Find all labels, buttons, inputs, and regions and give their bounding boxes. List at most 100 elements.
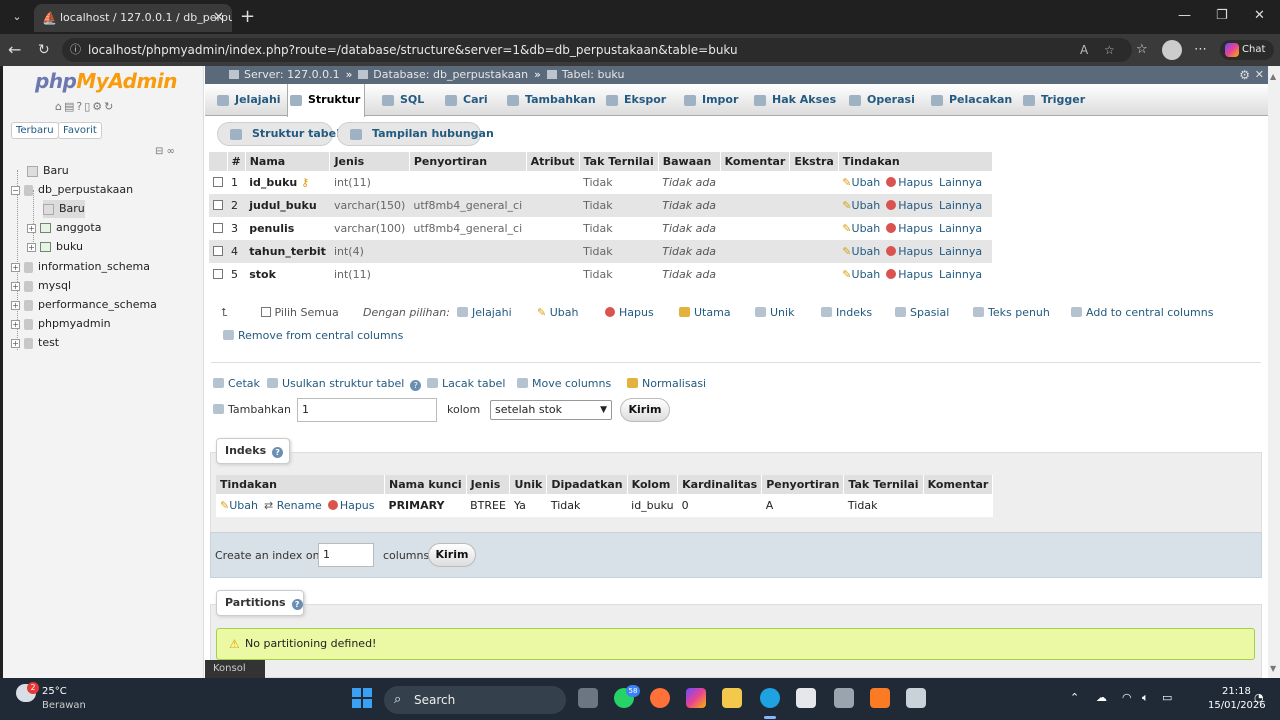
tree-item-information-schema[interactable]: + information_schema	[11, 258, 150, 276]
page-scrollbar[interactable]: ▲ ▼	[1268, 66, 1280, 678]
tab-search[interactable]: Cari	[443, 84, 488, 116]
tab-structure[interactable]: Struktur	[287, 84, 365, 117]
header-default[interactable]: Bawaan	[658, 152, 721, 171]
home-icon[interactable]: ⌂	[55, 100, 64, 113]
help-icon[interactable]: ?	[272, 447, 284, 458]
start-button[interactable]	[352, 688, 372, 708]
edge-icon[interactable]	[760, 688, 780, 708]
clock-time[interactable]: 21:18	[1222, 686, 1251, 697]
create-index-count-input[interactable]: 1	[318, 543, 374, 567]
firefox-icon[interactable]	[650, 688, 670, 708]
more-actions-link[interactable]: Lainnya	[939, 245, 982, 258]
tree-item-new-table[interactable]: Baru	[43, 200, 85, 218]
bulk-index-button[interactable]: Indeks	[821, 306, 872, 319]
bulk-spatial-button[interactable]: Spasial	[895, 306, 949, 319]
relation-view-subtab[interactable]: Tampilan hubungan	[337, 122, 494, 146]
expand-node-icon[interactable]: +	[11, 262, 20, 272]
edit-index-link[interactable]: ✎Ubah	[220, 499, 258, 512]
favorite-tables-button[interactable]: Favorit	[58, 122, 102, 139]
tab-sql[interactable]: SQL	[380, 84, 424, 116]
expand-node-icon[interactable]: +	[11, 338, 20, 348]
header-extra[interactable]: Ekstra	[789, 152, 839, 171]
row-checkbox[interactable]	[213, 177, 223, 187]
row-checkbox[interactable]	[213, 246, 223, 256]
drop-index-link[interactable]: Hapus	[327, 499, 375, 512]
tab-import[interactable]: Impor	[682, 84, 738, 116]
more-actions-link[interactable]: Lainnya	[939, 268, 982, 281]
rename-index-link[interactable]: ⇄ Rename	[264, 499, 322, 512]
close-window-icon[interactable]: ✕	[1254, 8, 1265, 23]
header-attributes[interactable]: Atribut	[526, 152, 580, 171]
page-settings-gear-icon[interactable]: ⚙	[1239, 66, 1250, 84]
header-comments[interactable]: Komentar	[720, 152, 791, 171]
copilot-icon[interactable]	[686, 688, 706, 708]
edit-column-link[interactable]: ✎Ubah	[842, 176, 880, 189]
header-name[interactable]: Nama	[245, 152, 331, 171]
tree-item-mysql[interactable]: + mysql	[11, 277, 71, 295]
create-index-submit-button[interactable]: Kirim	[428, 543, 476, 567]
close-tab-icon[interactable]: ✕	[213, 4, 224, 32]
recent-tables-button[interactable]: Terbaru	[11, 122, 59, 139]
drop-column-link[interactable]: Hapus	[886, 268, 933, 281]
bulk-add-central-button[interactable]: Add to central columns	[1071, 306, 1213, 319]
reload-nav-icon[interactable]: ↻	[104, 100, 115, 113]
row-checkbox[interactable]	[213, 223, 223, 233]
breadcrumb-table[interactable]: Tabel: buku	[562, 68, 625, 81]
edit-column-link[interactable]: ✎Ubah	[842, 222, 880, 235]
table-structure-subtab[interactable]: Struktur tabel	[217, 122, 340, 146]
select-all-control[interactable]: Pilih Semua	[261, 306, 339, 319]
battery-icon[interactable]: ▭	[1162, 691, 1172, 704]
tab-operations[interactable]: Operasi	[847, 84, 915, 116]
task-view-icon[interactable]	[578, 688, 598, 708]
header-num[interactable]: #	[227, 152, 246, 171]
file-explorer-icon[interactable]	[722, 688, 742, 708]
favorite-star-icon[interactable]: ☆	[1104, 38, 1115, 62]
help-icon[interactable]: ?	[410, 380, 422, 391]
xampp-icon[interactable]	[870, 688, 890, 708]
notifications-icon[interactable]: ◔	[1254, 691, 1264, 704]
logout-icon[interactable]: ▤	[64, 100, 76, 113]
expand-node-icon[interactable]: +	[27, 223, 36, 233]
camera-icon[interactable]	[834, 688, 854, 708]
refresh-icon[interactable]: ↻	[38, 40, 50, 60]
add-column-submit-button[interactable]: Kirim	[620, 398, 670, 422]
settings-gear-icon[interactable]: ⚙	[92, 100, 104, 113]
row-checkbox[interactable]	[213, 200, 223, 210]
tab-triggers[interactable]: Trigger	[1021, 84, 1085, 116]
more-actions-link[interactable]: Lainnya	[939, 176, 982, 189]
normalize-link[interactable]: Normalisasi	[627, 377, 706, 390]
collapse-node-icon[interactable]: −	[11, 185, 20, 195]
tab-browse[interactable]: Jelajahi	[215, 84, 281, 116]
expand-node-icon[interactable]: +	[11, 281, 20, 291]
track-table-link[interactable]: Lacak tabel	[427, 377, 505, 390]
console-toggle[interactable]: Konsol	[205, 660, 265, 678]
bulk-remove-central-button[interactable]: Remove from central columns	[223, 329, 423, 342]
store-icon[interactable]	[796, 688, 816, 708]
edit-column-link[interactable]: ✎Ubah	[842, 245, 880, 258]
tree-item-buku[interactable]: + buku	[27, 238, 83, 256]
phpmyadmin-logo[interactable]: phpMyAdmin	[35, 69, 177, 93]
more-actions-link[interactable]: Lainnya	[939, 222, 982, 235]
site-info-icon[interactable]: ⓘ	[70, 38, 81, 62]
edit-column-link[interactable]: ✎Ubah	[842, 268, 880, 281]
tree-item-test[interactable]: + test	[11, 334, 59, 352]
tree-item-db-perpustakaan[interactable]: − db_perpustakaan	[11, 181, 133, 199]
tab-tracking[interactable]: Pelacakan	[929, 84, 1012, 116]
breadcrumb-server[interactable]: Server: 127.0.0.1	[244, 68, 340, 81]
print-link[interactable]: Cetak	[213, 377, 260, 390]
more-actions-link[interactable]: Lainnya	[939, 199, 982, 212]
new-tab-icon[interactable]: +	[240, 6, 255, 27]
tree-item-anggota[interactable]: + anggota	[27, 219, 101, 237]
header-type[interactable]: Jenis	[329, 152, 410, 171]
snipping-tool-icon[interactable]	[906, 688, 926, 708]
weather-condition[interactable]: Berawan	[42, 700, 86, 711]
bulk-browse-button[interactable]: Jelajahi	[457, 306, 512, 319]
drop-column-link[interactable]: Hapus	[886, 199, 933, 212]
breadcrumb-database[interactable]: Database: db_perpustakaan	[373, 68, 528, 81]
bulk-fulltext-button[interactable]: Teks penuh	[973, 306, 1050, 319]
scroll-up-icon[interactable]: ▲	[1270, 72, 1276, 81]
scroll-down-icon[interactable]: ▼	[1270, 664, 1276, 673]
wifi-icon[interactable]: ◠	[1122, 691, 1132, 704]
more-options-icon[interactable]: ⋯	[1194, 42, 1207, 57]
expand-node-icon[interactable]: +	[27, 242, 36, 252]
